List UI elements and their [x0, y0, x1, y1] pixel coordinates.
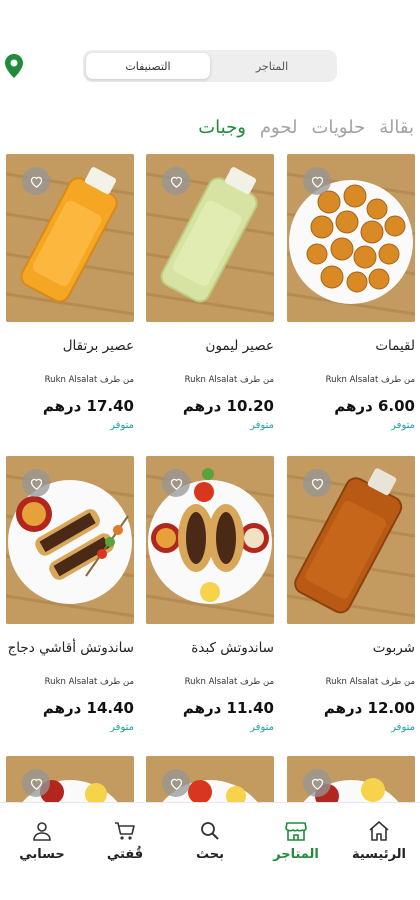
nav-cart-label: قُفتي	[106, 847, 144, 862]
home-icon	[369, 821, 389, 841]
product-price: 11.40 درهم	[182, 699, 274, 717]
product-card[interactable]	[146, 756, 274, 802]
product-card[interactable]: ساندوتش كبدة من طرف Rukn Alsalat 11.40 د…	[146, 456, 274, 733]
product-card[interactable]: عصير برتقال من طرف Rukn Alsalat 17.40 در…	[6, 154, 134, 431]
product-image[interactable]	[287, 456, 415, 624]
favorite-heart-icon[interactable]	[162, 769, 190, 797]
nav-home[interactable]: الرئيسية	[343, 819, 415, 862]
categories-segment[interactable]: التصنيفات	[86, 53, 210, 79]
product-image[interactable]	[287, 154, 415, 322]
category-tabs: بقالة حلويات لحوم وجبات	[184, 112, 414, 142]
favorite-heart-icon[interactable]	[22, 167, 50, 195]
nav-stores-label: المتاجر	[273, 847, 319, 862]
nav-account[interactable]: حسابي	[6, 819, 78, 862]
product-name: لقيمات	[375, 338, 415, 354]
product-price: 17.40 درهم	[42, 397, 134, 415]
search-icon	[201, 822, 219, 840]
product-seller: من طرف Rukn Alsalat	[325, 677, 415, 687]
product-card[interactable]: لقيمات من طرف Rukn Alsalat 6.00 درهم متو…	[287, 154, 415, 431]
favorite-heart-icon[interactable]	[303, 769, 331, 797]
product-image[interactable]	[287, 756, 415, 802]
product-image[interactable]	[146, 154, 274, 322]
favorite-heart-icon[interactable]	[303, 167, 331, 195]
product-price: 12.00 درهم	[323, 699, 415, 717]
stock-status: متوفر	[391, 420, 415, 431]
favorite-heart-icon[interactable]	[22, 769, 50, 797]
product-seller: من طرف Rukn Alsalat	[184, 677, 274, 687]
product-seller: من طرف Rukn Alsalat	[325, 375, 415, 385]
favorite-heart-icon[interactable]	[162, 469, 190, 497]
cart-icon	[115, 822, 135, 840]
stock-status: متوفر	[250, 420, 274, 431]
top-bar: التصنيفات المتاجر	[0, 48, 420, 88]
nav-search[interactable]: بحث	[174, 819, 246, 862]
product-price: 6.00 درهم	[334, 397, 415, 415]
tab-meals[interactable]: وجبات	[198, 117, 246, 138]
stock-status: متوفر	[110, 722, 134, 733]
product-image[interactable]	[6, 756, 134, 802]
product-name: عصير برتقال	[62, 338, 134, 354]
tab-sweets[interactable]: حلويات	[311, 117, 365, 138]
product-image[interactable]	[6, 456, 134, 624]
product-name: شربوت	[372, 640, 415, 656]
stores-segment[interactable]: المتاجر	[210, 53, 334, 79]
product-seller: من طرف Rukn Alsalat	[44, 375, 134, 385]
product-card[interactable]	[287, 756, 415, 802]
product-card[interactable]: عصير ليمون من طرف Rukn Alsalat 10.20 دره…	[146, 154, 274, 431]
nav-cart[interactable]: قُفتي	[89, 819, 161, 862]
favorite-heart-icon[interactable]	[22, 469, 50, 497]
product-name: ساندوتش أقاشي دجاج	[7, 640, 134, 656]
product-image[interactable]	[6, 154, 134, 322]
nav-account-label: حسابي	[19, 847, 65, 862]
location-pin-icon[interactable]	[5, 54, 23, 78]
product-card[interactable]: ساندوتش أقاشي دجاج من طرف Rukn Alsalat 1…	[6, 456, 134, 733]
product-grid: لقيمات من طرف Rukn Alsalat 6.00 درهم متو…	[0, 154, 420, 802]
favorite-heart-icon[interactable]	[162, 167, 190, 195]
product-price: 14.40 درهم	[42, 699, 134, 717]
product-card[interactable]	[6, 756, 134, 802]
product-seller: من طرف Rukn Alsalat	[44, 677, 134, 687]
product-image[interactable]	[146, 456, 274, 624]
product-name: عصير ليمون	[205, 338, 274, 354]
stock-status: متوفر	[250, 722, 274, 733]
product-name: ساندوتش كبدة	[191, 640, 274, 656]
store-icon	[285, 822, 307, 841]
product-card[interactable]: شربوت من طرف Rukn Alsalat 12.00 درهم متو…	[287, 456, 415, 733]
nav-home-label: الرئيسية	[351, 847, 407, 862]
stock-status: متوفر	[391, 722, 415, 733]
bottom-navigation: الرئيسية المتاجر بحث قُفتي حسابي	[0, 802, 420, 900]
view-segment-control: التصنيفات المتاجر	[83, 50, 337, 82]
nav-search-label: بحث	[195, 847, 224, 862]
stock-status: متوفر	[110, 420, 134, 431]
favorite-heart-icon[interactable]	[303, 469, 331, 497]
tab-grocery[interactable]: بقالة	[379, 117, 414, 138]
product-image[interactable]	[146, 756, 274, 802]
product-price: 10.20 درهم	[182, 397, 274, 415]
user-icon	[33, 822, 51, 841]
tab-meat[interactable]: لحوم	[260, 117, 298, 138]
product-seller: من طرف Rukn Alsalat	[184, 375, 274, 385]
nav-stores[interactable]: المتاجر	[260, 819, 332, 862]
